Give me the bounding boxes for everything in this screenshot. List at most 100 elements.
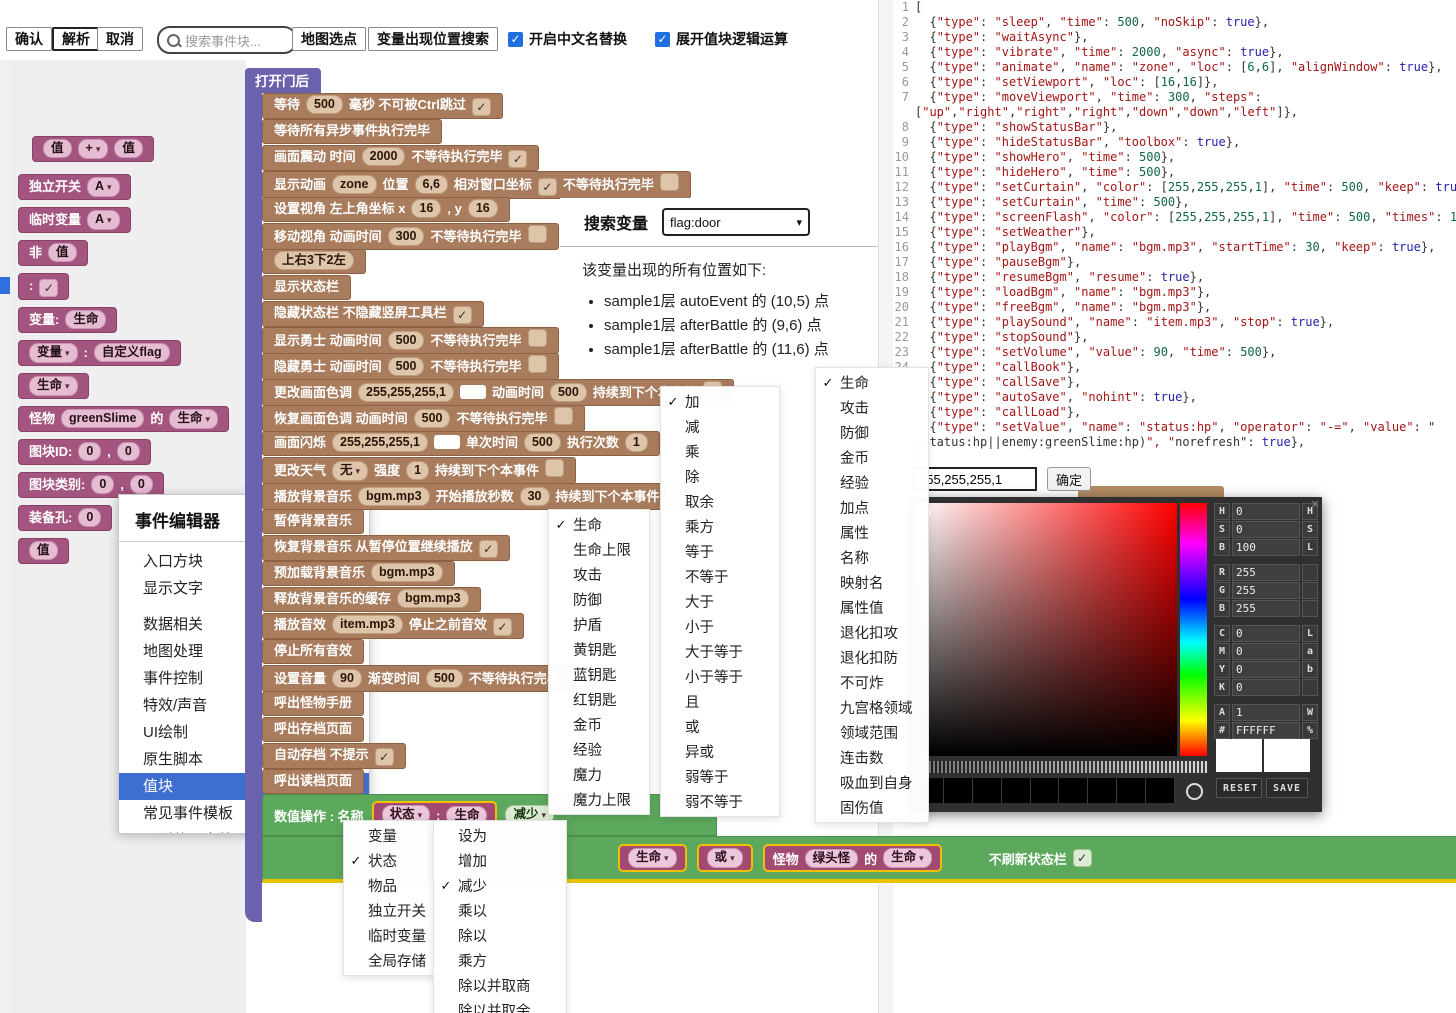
menu-item[interactable]: 退化扣攻: [816, 620, 928, 645]
menu-item[interactable]: 小于: [661, 614, 779, 639]
black-swatch[interactable]: [1059, 778, 1088, 803]
block-field[interactable]: bgm.mp3: [397, 589, 469, 608]
block-field[interactable]: 300: [388, 227, 425, 246]
statement-block[interactable]: 移动视角 动画时间300不等待执行完毕: [262, 223, 559, 250]
block-field[interactable]: 0: [78, 508, 101, 527]
map-pick-button[interactable]: 地图选点: [292, 27, 366, 51]
flyout-block[interactable]: 值+▾值: [32, 136, 154, 162]
block-field[interactable]: bgm.mp3: [371, 563, 443, 582]
menu-item[interactable]: 属性: [816, 520, 928, 545]
block-field[interactable]: 2000: [362, 147, 406, 166]
menu-item[interactable]: ✓生命: [549, 512, 649, 537]
menu-item[interactable]: ✓加: [661, 389, 779, 414]
block-checkbox[interactable]: ✓: [375, 748, 394, 766]
block-dropdown[interactable]: 生命▾: [29, 376, 78, 396]
picker-value-input[interactable]: [1232, 679, 1300, 696]
menu-item[interactable]: 九宫格领域: [816, 695, 928, 720]
picker-value-input[interactable]: [1232, 582, 1300, 599]
menu-item[interactable]: 不可炸: [816, 670, 928, 695]
block-field[interactable]: 16: [468, 199, 498, 218]
menu-item[interactable]: ✓减少: [434, 873, 566, 898]
block-field[interactable]: 90: [332, 669, 362, 688]
menu-item[interactable]: 不等于: [661, 564, 779, 589]
close-icon[interactable]: ×: [1311, 497, 1319, 512]
expand-logic-checkbox[interactable]: ✓: [655, 32, 670, 47]
flyout-block[interactable]: :✓: [18, 273, 69, 300]
menu-item[interactable]: 等于: [661, 539, 779, 564]
flyout-block[interactable]: 怪物greenSlime的生命▾: [18, 406, 229, 432]
statement-block[interactable]: 上右3下2左: [262, 249, 366, 274]
block-checkbox[interactable]: ✓: [479, 540, 498, 558]
block-field[interactable]: 500: [306, 95, 343, 114]
menu-item[interactable]: 黄钥匙: [549, 637, 649, 662]
nested-value-block[interactable]: 怪物绿头怪的生命▾: [763, 844, 942, 872]
block-dropdown[interactable]: 或▾: [707, 848, 743, 868]
menu-item[interactable]: 攻击: [816, 395, 928, 420]
menu-item[interactable]: 吸血到自身: [816, 770, 928, 795]
block-dropdown[interactable]: 生命▾: [169, 409, 218, 429]
menu-item[interactable]: 大于等于: [661, 639, 779, 664]
menu-item[interactable]: 蓝钥匙: [549, 662, 649, 687]
menu-item[interactable]: 除以并取商: [434, 973, 566, 998]
block-field[interactable]: 值: [114, 139, 143, 158]
picker-value-input[interactable]: [1232, 521, 1300, 538]
block-field[interactable]: 生命: [65, 310, 106, 329]
reset-button[interactable]: RESET: [1216, 778, 1262, 798]
color-value-input[interactable]: [913, 467, 1037, 491]
black-swatch[interactable]: [1146, 778, 1175, 803]
statement-block[interactable]: 呼出读档页面: [262, 769, 364, 794]
statement-block[interactable]: 显示勇士 动画时间500不等待执行完毕: [262, 327, 559, 354]
nested-value-block[interactable]: 生命▾: [618, 844, 687, 872]
block-field[interactable]: 0: [91, 475, 114, 494]
menu-item[interactable]: 除: [661, 464, 779, 489]
flyout-block[interactable]: 临时变量A▾: [18, 207, 131, 233]
statement-block[interactable]: 释放背景音乐的缓存bgm.mp3: [262, 587, 481, 612]
menu-item[interactable]: 异或: [661, 739, 779, 764]
eyedropper-circle-button[interactable]: [1186, 783, 1203, 800]
confirm-button[interactable]: 确认: [6, 27, 52, 51]
picker-value-input[interactable]: [1232, 564, 1300, 581]
menu-item[interactable]: 增加: [434, 848, 566, 873]
flyout-block[interactable]: 生命▾: [18, 373, 89, 399]
alpha-slider[interactable]: [915, 761, 1207, 773]
block-checkbox[interactable]: ✓: [538, 178, 557, 196]
block-field[interactable]: 自定义flag: [94, 343, 170, 362]
block-field[interactable]: 值: [48, 243, 77, 262]
parse-button[interactable]: 解析: [52, 27, 100, 51]
block-field[interactable]: zone: [332, 175, 376, 194]
menu-item[interactable]: 乘方: [434, 948, 566, 973]
menu-item[interactable]: 加点: [816, 495, 928, 520]
block-field[interactable]: greenSlime: [61, 409, 144, 428]
statement-block[interactable]: 画面震动 时间2000不等待执行完毕✓: [262, 145, 539, 171]
black-swatch[interactable]: [1031, 778, 1060, 803]
block-dropdown[interactable]: A▾: [87, 210, 120, 230]
menu-item[interactable]: 护盾: [549, 612, 649, 637]
nested-value-block[interactable]: 或▾: [697, 844, 753, 872]
menu-item[interactable]: 设为: [434, 823, 566, 848]
block-field[interactable]: 500: [414, 409, 451, 428]
statement-block[interactable]: 隐藏状态栏 不隐藏竖屏工具栏✓: [262, 301, 484, 327]
black-swatch[interactable]: [944, 778, 973, 803]
menu-item[interactable]: 退化扣防: [816, 645, 928, 670]
menu-item[interactable]: 乘以: [434, 898, 566, 923]
cancel-button[interactable]: 取消: [97, 27, 143, 51]
block-checkbox[interactable]: [660, 173, 679, 191]
menu-item[interactable]: 防御: [816, 420, 928, 445]
menu-item[interactable]: 小于等于: [661, 664, 779, 689]
statement-block[interactable]: 播放音效item.mp3停止之前音效✓: [262, 613, 524, 639]
black-swatch[interactable]: [1088, 778, 1117, 803]
flyout-block[interactable]: 装备孔:0: [18, 505, 112, 531]
event-container-spine[interactable]: [245, 90, 262, 922]
statement-block[interactable]: 预加载背景音乐bgm.mp3: [262, 561, 455, 586]
menu-item[interactable]: 弱不等于: [661, 789, 779, 814]
hue-slider[interactable]: [1180, 503, 1207, 756]
menu-item[interactable]: 映射名: [816, 570, 928, 595]
block-color-field[interactable]: [460, 385, 486, 399]
picker-value-input[interactable]: [1232, 600, 1300, 617]
flyout-block[interactable]: 值: [18, 538, 69, 564]
menu-item[interactable]: 乘方: [661, 514, 779, 539]
block-checkbox[interactable]: ✓: [1073, 849, 1092, 867]
save-button[interactable]: SAVE: [1266, 778, 1308, 798]
block-field[interactable]: 16: [411, 199, 441, 218]
black-swatch[interactable]: [1117, 778, 1146, 803]
